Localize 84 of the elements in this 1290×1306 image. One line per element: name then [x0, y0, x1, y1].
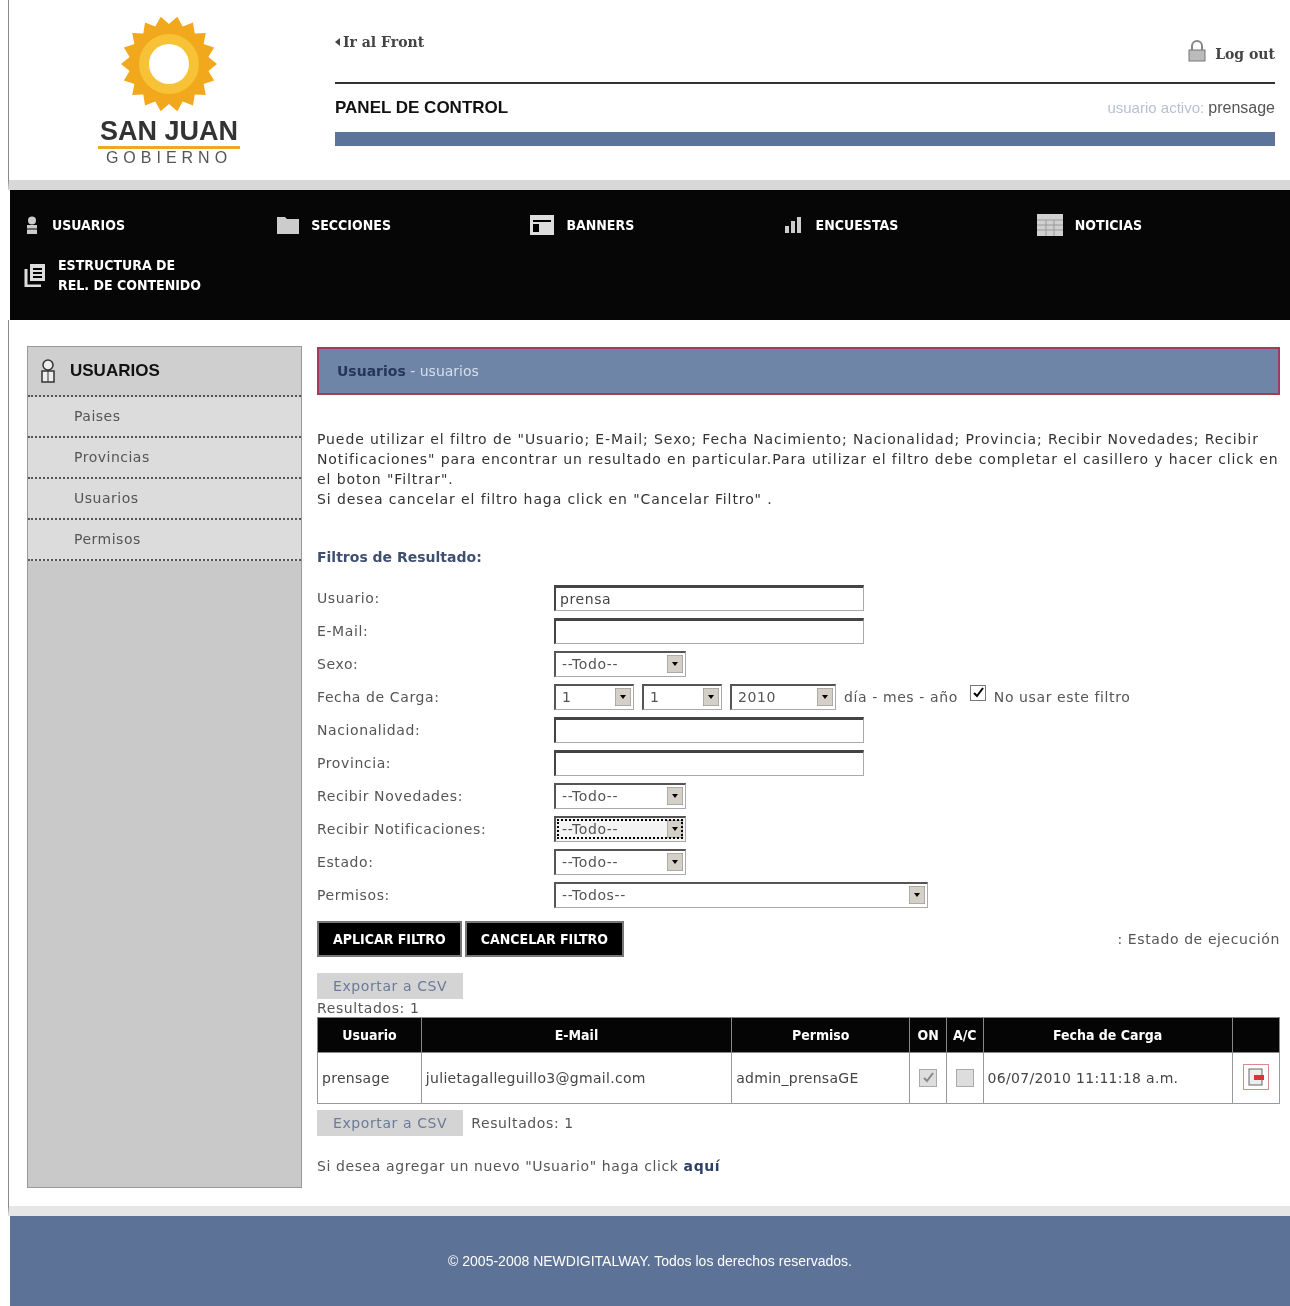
panel-title: PANEL DE CONTROL	[335, 98, 509, 118]
dropdown-arrow-icon	[703, 688, 719, 706]
add-user-text: Si desea agregar un nuevo "Usuario" haga click	[317, 1158, 679, 1174]
triangle-left-icon	[335, 38, 340, 46]
table-cell: prensage	[317, 1052, 422, 1104]
table-cell: admin_prensaGE	[731, 1052, 910, 1104]
column-header: Permiso	[731, 1017, 910, 1053]
checkbox[interactable]	[969, 684, 986, 701]
field-label: Sexo:	[317, 655, 360, 672]
dropdown-arrow-icon	[667, 853, 683, 871]
dropdown-arrow-icon	[667, 820, 683, 838]
delete-icon[interactable]	[1242, 1063, 1269, 1090]
dropdown-arrow-icon	[667, 655, 683, 673]
window-icon	[530, 215, 555, 235]
sidebar-title: USUARIOS	[70, 361, 160, 381]
dropdown[interactable]: 1	[554, 683, 634, 710]
person-icon	[40, 359, 56, 383]
field-label: Usuario:	[317, 589, 381, 606]
front-link[interactable]: Ir al Front	[343, 34, 425, 50]
active-user-label: usuario activo:	[1107, 99, 1205, 116]
field-label: Recibir Novedades:	[317, 787, 464, 804]
active-user-name: prensage	[1208, 99, 1275, 116]
dropdown-arrow-icon	[817, 688, 833, 706]
menu-item[interactable]: SECCIONES	[277, 214, 391, 236]
column-header	[1232, 1017, 1280, 1053]
padlock-icon	[1187, 40, 1208, 62]
text-field[interactable]	[554, 617, 864, 644]
field-label: Nacionalidad:	[317, 721, 422, 738]
column-header: A/C	[946, 1017, 984, 1053]
dropdown[interactable]: 1	[642, 683, 722, 710]
logo-title: SAN JUAN	[98, 118, 240, 149]
field-label: Estado:	[317, 853, 375, 870]
filters-title: Filtros de Resultado:	[317, 549, 483, 565]
menu-item[interactable]: ESTRUCTURA DE REL. DE CONTENIDO	[24, 254, 202, 296]
field-label: Fecha de Carga:	[317, 688, 441, 705]
sidebar-item[interactable]: Usuarios	[28, 479, 301, 520]
filter-button[interactable]: APLICAR FILTRO	[317, 921, 462, 957]
checkbox-label: No usar este filtro	[993, 688, 1131, 705]
sidebar-item[interactable]: Permisos	[28, 520, 301, 561]
page-heading: Usuarios - usuarios	[337, 363, 479, 379]
date-format-hint: día - mes - año	[844, 688, 958, 705]
dropdown-arrow-icon	[909, 886, 925, 904]
dropdown[interactable]: --Todo--	[554, 650, 686, 677]
column-header: ON	[909, 1017, 947, 1053]
sidebar-item[interactable]: Provincias	[28, 438, 301, 479]
dropdown[interactable]: 2010	[730, 683, 836, 710]
dropdown[interactable]: --Todo--	[554, 782, 686, 809]
column-header: Usuario	[317, 1017, 422, 1053]
column-header: E-Mail	[421, 1017, 732, 1053]
copyright-text: © 2005-2008 NEWDIGITALWAY. Todos los derechos reservados.	[448, 1253, 852, 1269]
text-field[interactable]	[554, 749, 864, 776]
column-header: Fecha de Carga	[983, 1017, 1233, 1053]
logo-subtitle: GOBIERNO	[105, 149, 233, 167]
filter-button[interactable]: CANCELAR FILTRO	[464, 921, 624, 957]
intro-text: Puede utilizar el filtro de "Usuario; E-Mail; Sexo; Fecha Nacimiento; Nacionalidad; Provincia; Recibir Novedades; Recibir Notificaciones" para encontrar un resultado en particular.Para utilizar el filtro debe completar el casillero y hacer click en el boton "Filtrar".	[317, 430, 1280, 489]
logout-link[interactable]: Log out	[1215, 46, 1275, 62]
menu-item[interactable]: BANNERS	[530, 214, 635, 236]
folder-icon	[277, 216, 300, 234]
dropdown-arrow-icon	[667, 787, 683, 805]
dropdown-arrow-icon	[615, 688, 631, 706]
text-field[interactable]	[554, 716, 864, 743]
add-user-link[interactable]: aquí	[683, 1158, 721, 1174]
field-label: Recibir Notificaciones:	[317, 820, 488, 837]
dropdown[interactable]: --Todo--	[554, 815, 686, 842]
field-label: Provincia:	[317, 754, 393, 771]
table-cell: julietagalleguillo3@gmail.com	[421, 1052, 732, 1104]
table-cell: 06/07/2010 11:11:18 a.m.	[983, 1052, 1233, 1104]
dropdown[interactable]: --Todos--	[554, 881, 928, 908]
field-label: Permisos:	[317, 886, 391, 903]
grid-icon	[1036, 214, 1063, 236]
bar-chart-icon	[783, 217, 804, 233]
documents-icon	[24, 263, 46, 287]
intro-text: Si desea cancelar el filtro haga click en "Cancelar Filtro" .	[317, 490, 774, 509]
menu-item[interactable]: NOTICIAS	[1036, 214, 1143, 236]
field-label: E-Mail:	[317, 622, 370, 639]
dropdown[interactable]: --Todo--	[554, 848, 686, 875]
menu-item[interactable]: ENCUESTAS	[783, 214, 899, 236]
text-field[interactable]: prensa	[554, 584, 864, 611]
results-count: Resultados: 1	[317, 999, 421, 1017]
person-icon	[24, 216, 40, 234]
menu-item[interactable]: USUARIOS	[24, 214, 125, 236]
sidebar-item[interactable]: Paises	[28, 397, 301, 438]
results-count: Resultados: 1	[471, 1115, 574, 1131]
execution-status: : Estado de ejecución	[1117, 931, 1280, 947]
